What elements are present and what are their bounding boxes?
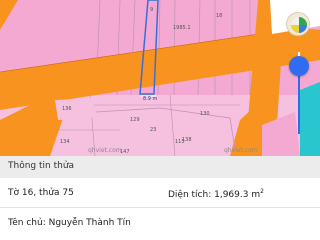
watermark: qhviet.com <box>88 147 122 154</box>
area-text: Diện tích: 1,969.3 m <box>168 190 261 200</box>
parcel-label: 23 <box>150 127 157 133</box>
layers-button[interactable] <box>286 12 310 36</box>
info-header: Thông tin thửa <box>0 156 320 178</box>
area-value: Diện tích: 1,969.3 m2 <box>168 188 264 200</box>
parcel-label: 18 <box>216 13 223 19</box>
parcel-label: 9 <box>150 7 154 13</box>
parcel-label: 129 <box>130 117 140 123</box>
info-row-parcel: Tờ 16, thửa 75 Diện tích: 1,969.3 m2 <box>0 178 320 208</box>
parcel-label: 130 <box>200 111 210 117</box>
parcel-label: 138 <box>182 137 192 143</box>
parcel-number: Tờ 16, thửa 75 <box>8 188 74 198</box>
owner-name: Tên chủ: Nguyễn Thành Tín <box>8 218 131 228</box>
slider-track-fill <box>298 66 300 134</box>
slider-thumb[interactable] <box>289 56 309 76</box>
watermark: qhviet.com <box>224 147 258 154</box>
parcel-label: 1985.1 <box>173 25 191 31</box>
parcel-info-panel: Thông tin thửa Tờ 16, thửa 75 Diện tích:… <box>0 156 320 240</box>
map-view[interactable]: 18 9 1985.1 8.9 m 136 129 23 130 147 115… <box>0 0 320 156</box>
map-canvas[interactable] <box>0 0 320 156</box>
area-unit-superscript: 2 <box>260 188 264 195</box>
info-row-owner: Tên chủ: Nguyễn Thành Tín <box>0 208 320 240</box>
info-title: Thông tin thửa <box>8 161 75 171</box>
parcel-label: 134 <box>60 139 70 145</box>
parcel-label: 136 <box>62 106 72 112</box>
parcel-label: 8.9 m <box>143 96 158 102</box>
